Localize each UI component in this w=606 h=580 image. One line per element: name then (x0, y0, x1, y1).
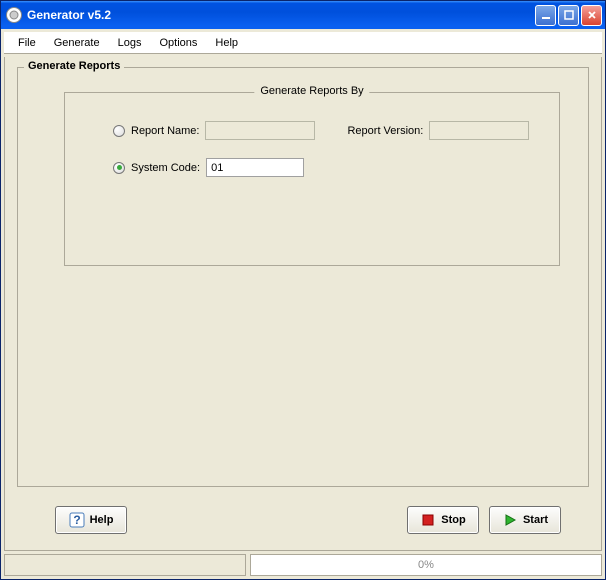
stop-button-label: Stop (441, 514, 465, 526)
play-icon (502, 512, 518, 528)
stop-icon (420, 512, 436, 528)
report-version-label: Report Version: (347, 125, 423, 137)
system-code-row: System Code: (79, 158, 545, 177)
start-button[interactable]: Start (489, 506, 561, 534)
help-icon: ? (69, 512, 85, 528)
close-icon (587, 10, 597, 20)
menu-options[interactable]: Options (151, 35, 205, 51)
status-message (4, 554, 246, 576)
minimize-button[interactable] (535, 5, 556, 26)
generate-reports-by-group: Generate Reports By Report Name: Report … (64, 92, 560, 266)
window-title: Generator v5.2 (27, 8, 535, 22)
start-button-label: Start (523, 514, 548, 526)
maximize-button[interactable] (558, 5, 579, 26)
maximize-icon (564, 10, 574, 20)
report-name-row: Report Name: Report Version: (79, 121, 545, 140)
minimize-icon (541, 10, 551, 20)
app-window: Generator v5.2 File Generate Logs Option… (0, 0, 606, 580)
progress-text: 0% (418, 559, 434, 571)
menu-logs[interactable]: Logs (110, 35, 150, 51)
report-version-input[interactable] (429, 121, 529, 140)
titlebar[interactable]: Generator v5.2 (1, 1, 605, 29)
menu-help[interactable]: Help (207, 35, 246, 51)
report-name-label: Report Name: (131, 125, 199, 137)
help-button[interactable]: ? Help (55, 506, 127, 534)
window-controls (535, 5, 602, 26)
button-row: ? Help Stop Start (17, 500, 589, 540)
app-icon (6, 7, 22, 23)
generate-reports-panel: Generate Reports Generate Reports By Rep… (17, 67, 589, 487)
progress-bar: 0% (250, 554, 602, 576)
svg-text:?: ? (73, 513, 80, 527)
close-button[interactable] (581, 5, 602, 26)
report-name-radio[interactable] (113, 125, 125, 137)
group-title: Generate Reports By (254, 85, 369, 97)
menu-file[interactable]: File (10, 35, 44, 51)
menu-generate[interactable]: Generate (46, 35, 108, 51)
system-code-radio[interactable] (113, 162, 125, 174)
help-button-label: Help (90, 514, 114, 526)
stop-button[interactable]: Stop (407, 506, 479, 534)
panel-title: Generate Reports (24, 60, 124, 72)
system-code-label: System Code: (131, 162, 200, 174)
menubar: File Generate Logs Options Help (4, 32, 602, 54)
statusbar: 0% (4, 554, 602, 576)
report-name-input[interactable] (205, 121, 315, 140)
client-area: Generate Reports Generate Reports By Rep… (4, 57, 602, 551)
system-code-input[interactable] (206, 158, 304, 177)
